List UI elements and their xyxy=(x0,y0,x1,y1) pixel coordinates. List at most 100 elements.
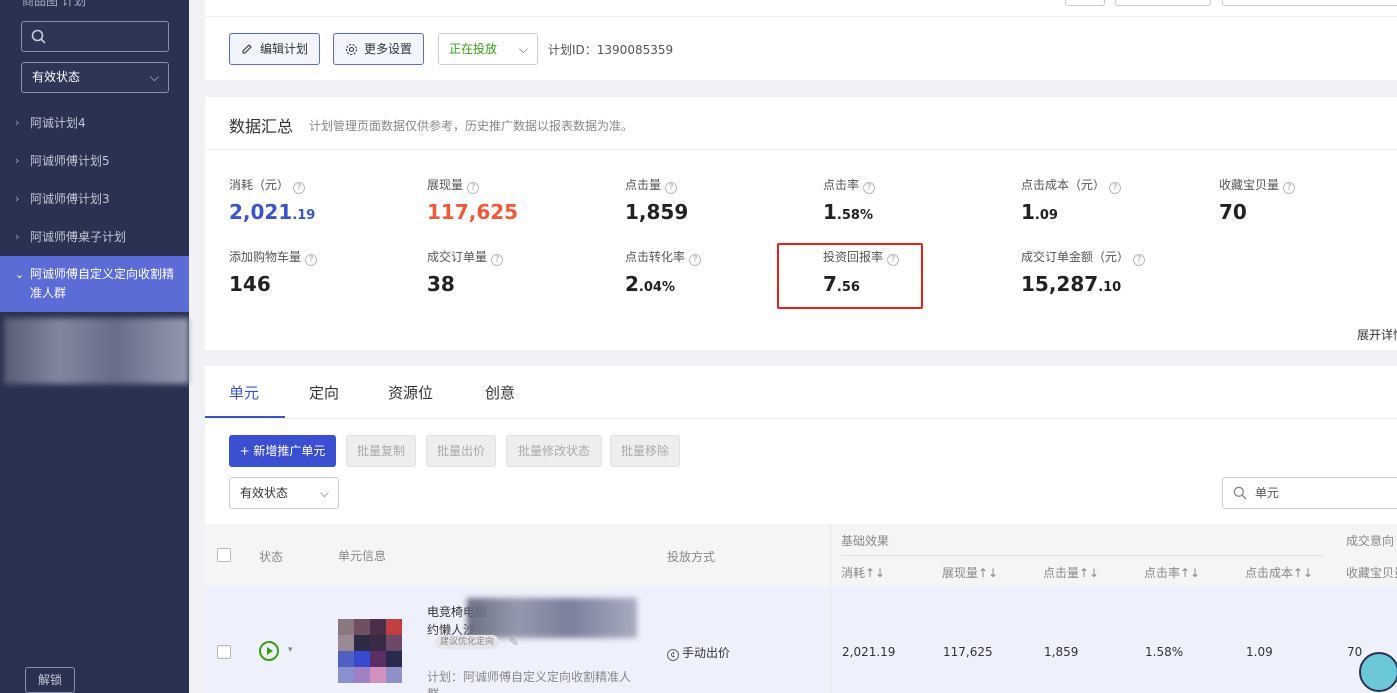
metric-label: 消耗（元） xyxy=(229,178,290,192)
sidebar-item-label: 阿诚师傅计划5 xyxy=(30,154,110,168)
help-icon[interactable]: ? xyxy=(491,254,504,266)
help-icon[interactable]: ? xyxy=(293,182,306,194)
edit-plan-button[interactable]: 编辑计划 xyxy=(229,33,320,65)
metric-label: 点击成本（元） xyxy=(1021,178,1106,192)
metric-value-int: 38 xyxy=(427,272,455,296)
tab-units[interactable]: 单元 xyxy=(229,382,259,403)
chevron-right-icon: › xyxy=(15,154,20,167)
sidebar-status-select[interactable]: 有效状态 ⌵ xyxy=(21,62,169,93)
sidebar-item-desk-plan[interactable]: › 阿诚师傅桌子计划 xyxy=(0,218,189,256)
help-icon[interactable]: ? xyxy=(1133,254,1146,266)
cell-cost: 2,021.19 xyxy=(842,645,896,659)
header-cpc[interactable]: 点击成本↑↓ xyxy=(1245,564,1313,581)
blurred-content xyxy=(4,318,189,384)
header-status: 状态 xyxy=(259,550,284,564)
edit-plan-label: 编辑计划 xyxy=(260,42,309,56)
metric-label: 成交订单量 xyxy=(427,250,488,264)
more-settings-label: 更多设置 xyxy=(364,42,413,56)
metric-value-dec: .04% xyxy=(638,280,675,295)
top-input-stub[interactable] xyxy=(1222,0,1397,6)
header-delivery: 投放方式 xyxy=(667,550,716,564)
sidebar-item-label: 阿诚师傅计划3 xyxy=(30,192,110,206)
expand-details-link[interactable]: 展开详情 xyxy=(1357,326,1397,343)
header-ctr[interactable]: 点击率↑↓ xyxy=(1144,564,1200,581)
help-icon[interactable]: ? xyxy=(863,182,876,194)
help-icon[interactable]: ? xyxy=(665,182,678,194)
sidebar-item-plan3[interactable]: › 阿诚师傅计划3 xyxy=(0,180,189,218)
batch-copy-button[interactable]: 批量复制 xyxy=(346,435,416,467)
header-impressions[interactable]: 展现量↑↓ xyxy=(942,564,998,581)
product-thumbnail xyxy=(338,619,402,683)
blurred-content xyxy=(467,598,637,638)
optimize-targeting-tag[interactable]: 建议优化定向 xyxy=(435,635,500,649)
unit-search-input[interactable]: 单元 xyxy=(1222,477,1397,509)
more-settings-button[interactable]: 更多设置 xyxy=(333,33,424,65)
metric-cost: 消耗（元）? 2,021.19 xyxy=(229,176,315,224)
unit-plan-name-cont: 群 xyxy=(427,685,439,693)
top-button-stub[interactable] xyxy=(1115,0,1211,6)
metric-label: 添加购物车量 xyxy=(229,250,302,264)
chevron-down-icon: ⌵ xyxy=(319,486,329,500)
plan-status-select[interactable]: 正在投放 ⌵ xyxy=(438,33,538,65)
tab-targeting[interactable]: 定向 xyxy=(309,382,339,403)
sidebar-item-plan4[interactable]: › 阿诚计划4 xyxy=(0,104,189,142)
table-header: 状态 单元信息 投放方式 基础效果 成交意向 消耗↑↓ 展现量↑↓ 点击量↑↓ … xyxy=(205,524,1397,588)
batch-bid-button[interactable]: 批量出价 xyxy=(426,435,496,467)
tab-placements[interactable]: 资源位 xyxy=(388,382,433,403)
header-group-basic: 基础效果 xyxy=(841,534,890,548)
divider xyxy=(205,149,1397,150)
header-cost[interactable]: 消耗↑↓ xyxy=(841,564,885,581)
tab-creatives[interactable]: 创意 xyxy=(485,382,515,403)
data-summary: 数据汇总 计划管理页面数据仅供参考，历史推广数据以报表数据为准。 消耗（元）? … xyxy=(205,97,1397,350)
edit-icon[interactable]: ✎ xyxy=(509,635,519,649)
table-row: ▾ 电竞椅电脑 约懒人沙 建议优化定向 ✎ 计划：阿诚师傅自定义定向收割精准人 … xyxy=(205,524,1397,693)
metric-value-int: 117,625 xyxy=(427,200,519,224)
metric-cpc: 点击成本（元）? 1.09 xyxy=(1021,176,1122,224)
plan-status-value: 正在投放 xyxy=(449,42,498,56)
gear-icon xyxy=(345,43,358,56)
sidebar-search-input[interactable] xyxy=(21,21,169,52)
sidebar-item-plan5[interactable]: › 阿诚师傅计划5 xyxy=(0,142,189,180)
delivery-method: ¢ 手动出价 xyxy=(667,644,730,661)
header-clicks[interactable]: 点击量↑↓ xyxy=(1043,564,1099,581)
help-icon[interactable]: ? xyxy=(689,254,702,266)
chevron-down-icon[interactable]: ▾ xyxy=(288,645,293,655)
metric-add-to-cart: 添加购物车量? 146 xyxy=(229,248,318,296)
column-divider xyxy=(830,524,831,693)
tab-bar: 单元 定向 资源位 创意 xyxy=(205,366,1397,419)
sidebar-item-label: 阿诚师傅自定义定向收割精准人群 xyxy=(30,267,175,300)
metric-value-int: 146 xyxy=(229,272,271,296)
help-icon[interactable]: ? xyxy=(467,182,480,194)
help-icon[interactable]: ? xyxy=(1109,182,1122,194)
metric-value-int: 1 xyxy=(1021,200,1035,224)
header-group-conversion: 成交意向 xyxy=(1346,534,1395,548)
help-icon[interactable]: ? xyxy=(305,254,318,266)
batch-remove-button[interactable]: 批量移除 xyxy=(610,435,680,467)
unit-status-filter[interactable]: 有效状态 ⌵ xyxy=(229,477,339,509)
metric-orders: 成交订单量? 38 xyxy=(427,248,504,296)
batch-status-button[interactable]: 批量修改状态 xyxy=(506,435,602,467)
top-button-stub[interactable] xyxy=(1065,0,1105,6)
sidebar-status-value: 有效状态 xyxy=(32,70,81,84)
select-all-checkbox[interactable] xyxy=(217,548,231,562)
sidebar: 商品图 计划 有效状态 ⌵ › 阿诚计划4 › 阿诚师傅计划5 › 阿诚师傅计划… xyxy=(0,0,189,693)
chevron-right-icon: › xyxy=(15,230,20,243)
metric-label: 点击率 xyxy=(823,178,860,192)
add-unit-button[interactable]: + 新增推广单元 xyxy=(229,435,336,467)
play-status-icon[interactable] xyxy=(259,641,279,661)
metric-value-int: 1 xyxy=(823,200,837,224)
metric-value-int: 2 xyxy=(625,272,639,296)
sidebar-item-custom-plan[interactable]: ⌄ 阿诚师傅自定义定向收割精准人群 xyxy=(0,256,189,312)
metric-label: 成交订单金额（元） xyxy=(1021,250,1130,264)
chevron-right-icon: › xyxy=(15,192,20,205)
cell-impressions: 117,625 xyxy=(943,645,993,659)
unlock-button[interactable]: 解锁 xyxy=(25,667,75,693)
assistant-mascot-icon[interactable] xyxy=(1359,652,1397,692)
cell-cpc: 1.09 xyxy=(1246,645,1273,659)
help-icon[interactable]: ? xyxy=(1283,182,1296,194)
metric-clicks: 点击量? 1,859 xyxy=(625,176,688,224)
row-checkbox[interactable] xyxy=(217,645,231,659)
roi-highlight-box xyxy=(777,243,923,309)
metric-label: 点击转化率 xyxy=(625,250,686,264)
metric-value-int: 70 xyxy=(1219,200,1247,224)
